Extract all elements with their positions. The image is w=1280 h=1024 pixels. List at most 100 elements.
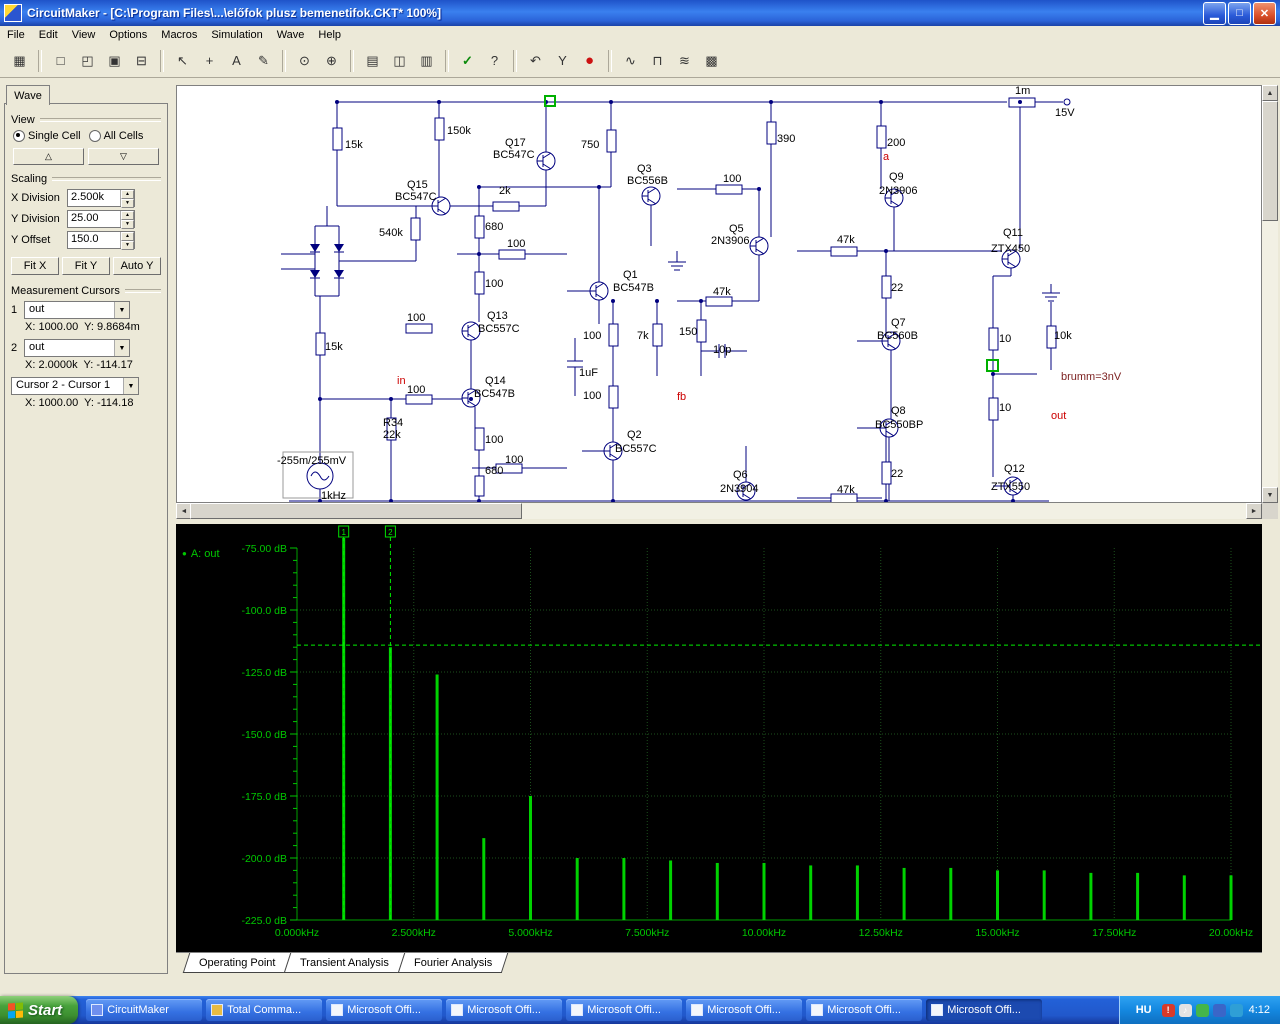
- components-browser-icon[interactable]: ▦: [7, 48, 32, 73]
- menu-simulation[interactable]: Simulation: [204, 27, 269, 43]
- cell-up-button[interactable]: △: [13, 148, 84, 165]
- component-label: 2k: [499, 185, 511, 197]
- split-horizontal-icon[interactable]: ◫: [387, 48, 412, 73]
- taskbar-task[interactable]: Microsoft Offi...: [926, 999, 1042, 1021]
- taskbar-task[interactable]: Microsoft Offi...: [326, 999, 442, 1021]
- menu-options[interactable]: Options: [102, 27, 154, 43]
- y-offset-input[interactable]: 150.0 ▲▼: [67, 231, 135, 249]
- delete-tool-icon[interactable]: +: [197, 48, 222, 73]
- task-label: Microsoft Offi...: [707, 1004, 781, 1016]
- fourier-plot-area[interactable]: A: out -75.00 dB-100.0 dB-125.0 dB-150.0…: [176, 524, 1262, 952]
- spinner-icons[interactable]: ▲▼: [120, 232, 134, 248]
- new-file-icon[interactable]: □: [48, 48, 73, 73]
- component-label: BC547B: [474, 388, 515, 400]
- schematic-vertical-scrollbar[interactable]: ▲ ▼: [1262, 85, 1278, 503]
- schematic-components: [283, 98, 1070, 503]
- menu-macros[interactable]: Macros: [154, 27, 204, 43]
- stop-simulation-icon[interactable]: ●: [577, 48, 602, 73]
- dropdown-arrow-icon[interactable]: ▼: [114, 302, 129, 318]
- menu-bar: FileEditViewOptionsMacrosSimulationWaveH…: [0, 26, 1280, 45]
- minimize-button[interactable]: ▁: [1203, 2, 1226, 25]
- probe-tool-icon[interactable]: Y: [550, 48, 575, 73]
- tab-transient-analysis[interactable]: Transient Analysis: [284, 953, 405, 973]
- network-icon[interactable]: [1230, 1004, 1243, 1017]
- analysis-setup-icon[interactable]: ▩: [699, 48, 724, 73]
- horizontal-scroll-thumb[interactable]: [190, 503, 522, 519]
- start-button[interactable]: Start: [0, 996, 78, 1024]
- x-division-input[interactable]: 2.500k ▲▼: [67, 189, 135, 207]
- radio-single-cell[interactable]: Single Cell: [13, 130, 81, 142]
- scroll-up-icon[interactable]: ▲: [1262, 85, 1278, 101]
- auto-y-button[interactable]: Auto Y: [113, 257, 161, 275]
- menu-file[interactable]: File: [0, 27, 32, 43]
- dropdown-arrow-icon[interactable]: ▼: [123, 378, 138, 394]
- y-offset-label: Y Offset: [11, 234, 67, 246]
- waveform-window-icon[interactable]: ∿: [618, 48, 643, 73]
- menu-view[interactable]: View: [65, 27, 103, 43]
- scroll-right-icon[interactable]: ►: [1246, 503, 1262, 519]
- toolbar-separator: [608, 50, 612, 72]
- open-file-icon[interactable]: ◰: [75, 48, 100, 73]
- taskbar-task[interactable]: Microsoft Offi...: [446, 999, 562, 1021]
- component-label: BC550BP: [875, 419, 923, 431]
- task-label: Microsoft Offi...: [947, 1004, 1021, 1016]
- close-button[interactable]: ✕: [1253, 2, 1276, 25]
- cursor2-channel-select[interactable]: out ▼: [24, 339, 130, 357]
- magnify-icon[interactable]: ⊕: [319, 48, 344, 73]
- component-label: -255m/255mV: [277, 455, 347, 467]
- cursor1-channel-select[interactable]: out ▼: [24, 301, 130, 319]
- menu-edit[interactable]: Edit: [32, 27, 65, 43]
- window-title: CircuitMaker - [C:\Program Files\...\elő…: [27, 6, 441, 20]
- split-vertical-icon[interactable]: ▥: [414, 48, 439, 73]
- fit-x-button[interactable]: Fit X: [11, 257, 59, 275]
- radio-all-cells[interactable]: All Cells: [89, 130, 144, 142]
- security-shield-icon[interactable]: !: [1162, 1004, 1175, 1017]
- digital-display-icon[interactable]: ⊓: [645, 48, 670, 73]
- tab-operating-point[interactable]: Operating Point: [183, 953, 292, 973]
- zoom-tool-icon[interactable]: ⊙: [292, 48, 317, 73]
- help-tool-icon[interactable]: ?: [482, 48, 507, 73]
- task-label: Microsoft Offi...: [467, 1004, 541, 1016]
- tab-wave[interactable]: Wave: [6, 85, 50, 105]
- volume-icon[interactable]: ♪: [1179, 1004, 1192, 1017]
- vertical-scroll-thumb[interactable]: [1262, 101, 1278, 221]
- maximize-button[interactable]: □: [1228, 2, 1251, 25]
- spinner-icons[interactable]: ▲▼: [120, 190, 134, 206]
- y-division-input[interactable]: 25.00 ▲▼: [67, 210, 135, 228]
- cursor-diff-select[interactable]: Cursor 2 - Cursor 1 ▼: [11, 377, 139, 395]
- y-tick-label: -175.0 dB: [241, 791, 287, 803]
- spinner-icons[interactable]: ▲▼: [120, 211, 134, 227]
- reset-icon[interactable]: ↶: [523, 48, 548, 73]
- fit-y-button[interactable]: Fit Y: [62, 257, 110, 275]
- display-icon[interactable]: [1213, 1004, 1226, 1017]
- toolbar-separator: [513, 50, 517, 72]
- messenger-icon[interactable]: [1196, 1004, 1209, 1017]
- schematic-canvas[interactable]: 1m15V15k150kQ17BC547C750Q3BC556B39010020…: [176, 85, 1262, 503]
- arrow-tool-icon[interactable]: ↖: [170, 48, 195, 73]
- menu-help[interactable]: Help: [311, 27, 348, 43]
- print-icon[interactable]: ⊟: [129, 48, 154, 73]
- task-icon: [691, 1004, 703, 1016]
- x-tick-label: 10.00kHz: [742, 927, 786, 939]
- signal-generator-icon[interactable]: ≋: [672, 48, 697, 73]
- taskbar-task[interactable]: Total Comma...: [206, 999, 322, 1021]
- run-simulation-icon[interactable]: ✓: [455, 48, 480, 73]
- taskbar-task[interactable]: CircuitMaker: [86, 999, 202, 1021]
- taskbar-task[interactable]: Microsoft Offi...: [686, 999, 802, 1021]
- component-label: 200: [887, 137, 905, 149]
- y-division-label: Y Division: [11, 213, 67, 225]
- taskbar-task[interactable]: Microsoft Offi...: [806, 999, 922, 1021]
- save-icon[interactable]: ▣: [102, 48, 127, 73]
- cell-down-button[interactable]: ▽: [88, 148, 159, 165]
- schematic-horizontal-scrollbar[interactable]: ◄ ►: [176, 503, 1262, 519]
- menu-wave[interactable]: Wave: [270, 27, 312, 43]
- system-tray: HU !♪ 4:12: [1119, 996, 1280, 1024]
- tab-fourier-analysis[interactable]: Fourier Analysis: [398, 953, 509, 973]
- taskbar-task[interactable]: Microsoft Offi...: [566, 999, 682, 1021]
- scroll-down-icon[interactable]: ▼: [1262, 487, 1278, 503]
- dropdown-arrow-icon[interactable]: ▼: [114, 340, 129, 356]
- view-schematic-icon[interactable]: ▤: [360, 48, 385, 73]
- language-indicator[interactable]: HU: [1132, 1003, 1156, 1017]
- text-tool-icon[interactable]: A: [224, 48, 249, 73]
- wire-tool-icon[interactable]: ✎: [251, 48, 276, 73]
